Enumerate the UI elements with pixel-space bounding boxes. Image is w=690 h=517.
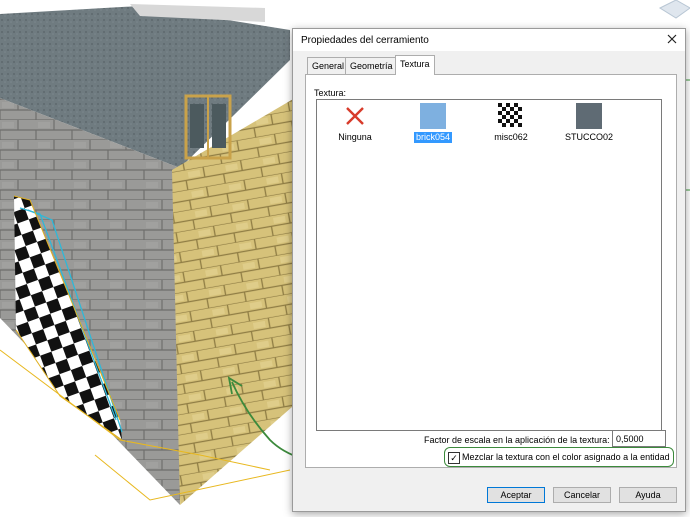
texture-name: misc062 xyxy=(494,132,528,142)
mix-texture-label: Mezclar la textura con el color asignado… xyxy=(462,452,670,462)
mix-texture-checkbox[interactable]: ✓ xyxy=(448,452,460,464)
textura-tab-panel: Textura: Ninguna brick054 misc062 STUCCO… xyxy=(305,74,677,468)
texture-item-ninguna[interactable]: Ninguna xyxy=(323,102,387,146)
texture-name: STUCCO02 xyxy=(564,132,613,142)
tab-general[interactable]: General xyxy=(307,57,350,74)
help-button[interactable]: Ayuda xyxy=(619,487,677,503)
dialog-titlebar[interactable]: Propiedades del cerramiento xyxy=(293,29,685,51)
scale-factor-label: Factor de escala en la aplicación de la … xyxy=(424,435,610,445)
texture-item-misc062[interactable]: misc062 xyxy=(479,102,543,146)
texture-list[interactable]: Ninguna brick054 misc062 STUCCO02 xyxy=(316,99,662,431)
checker-texture-swatch-icon xyxy=(498,103,524,129)
texture-item-brick054[interactable]: brick054 xyxy=(401,102,465,146)
close-icon[interactable] xyxy=(663,31,681,49)
none-x-icon xyxy=(342,103,368,129)
scale-factor-input[interactable] xyxy=(612,430,666,447)
tab-geometria[interactable]: Geometría xyxy=(345,57,398,74)
mix-texture-option[interactable]: ✓ Mezclar la textura con el color asigna… xyxy=(448,452,674,464)
tab-textura[interactable]: Textura xyxy=(395,55,435,75)
properties-dialog: Propiedades del cerramiento General Geom… xyxy=(292,28,686,512)
dialog-title: Propiedades del cerramiento xyxy=(301,35,429,46)
texture-name: Ninguna xyxy=(338,132,372,142)
blue-texture-swatch-icon xyxy=(420,103,446,129)
texture-list-label: Textura: xyxy=(314,88,347,98)
accept-button[interactable]: Aceptar xyxy=(487,487,545,503)
texture-item-stucco02[interactable]: STUCCO02 xyxy=(557,102,621,146)
texture-name: brick054 xyxy=(413,132,453,143)
gray-texture-swatch-icon xyxy=(576,103,602,129)
cancel-button[interactable]: Cancelar xyxy=(553,487,611,503)
